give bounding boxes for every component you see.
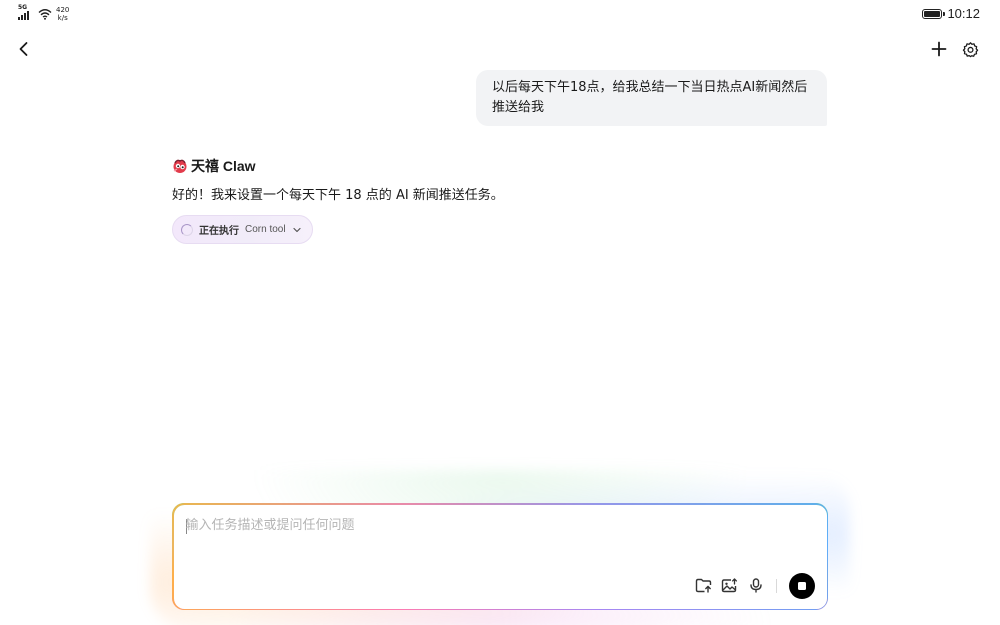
chevron-left-icon [19,42,28,56]
task-input[interactable] [185,514,786,537]
battery-icon [922,8,945,19]
assistant-name: 天禧 Claw [191,158,256,174]
composer [172,503,828,610]
status-left: 5G 420 k/s [18,5,69,22]
network-speed: 420 k/s [56,6,69,22]
upload-image-button[interactable] [718,574,742,598]
gear-icon [962,41,978,57]
wifi-icon [38,9,52,20]
voice-input-button[interactable] [744,574,768,598]
assistant-avatar-icon [173,159,187,173]
assistant-header: 天禧 Claw [172,156,256,176]
folder-upload-icon [695,578,712,593]
tool-execution-chip[interactable]: 正在执行 Corn tool [172,215,313,244]
composer-inner [173,504,827,609]
plus-icon [931,41,947,57]
execution-status-label: 正在执行 [199,226,239,237]
toolbar-divider [775,578,777,593]
microphone-icon [749,578,762,593]
cellular-signal-icon: 5G [18,5,34,20]
status-bar: 5G 420 k/s 10:12 [0,0,1000,28]
network-speed-value: 420 [56,6,70,14]
stop-button[interactable] [788,572,815,599]
settings-button[interactable] [958,37,982,61]
status-right: 10:12 [922,6,980,21]
composer-toolbar [690,572,815,599]
upload-file-button[interactable] [692,574,716,598]
execution-tool-name: Corn tool [245,224,286,235]
chevron-down-icon [292,225,302,235]
assistant-message: 好的！我来设置一个每天下午 18 点的 AI 新闻推送任务。 [172,188,504,203]
stop-icon [797,581,806,590]
new-chat-button[interactable] [927,37,951,61]
image-upload-icon [721,578,738,593]
status-time: 10:12 [947,6,980,21]
user-message-bubble: 以后每天下午18点，给我总结一下当日热点AI新闻然后推送给我 [476,70,827,126]
back-button[interactable] [12,37,36,61]
network-speed-unit: k/s [57,14,68,22]
loading-spinner-icon [181,223,193,236]
